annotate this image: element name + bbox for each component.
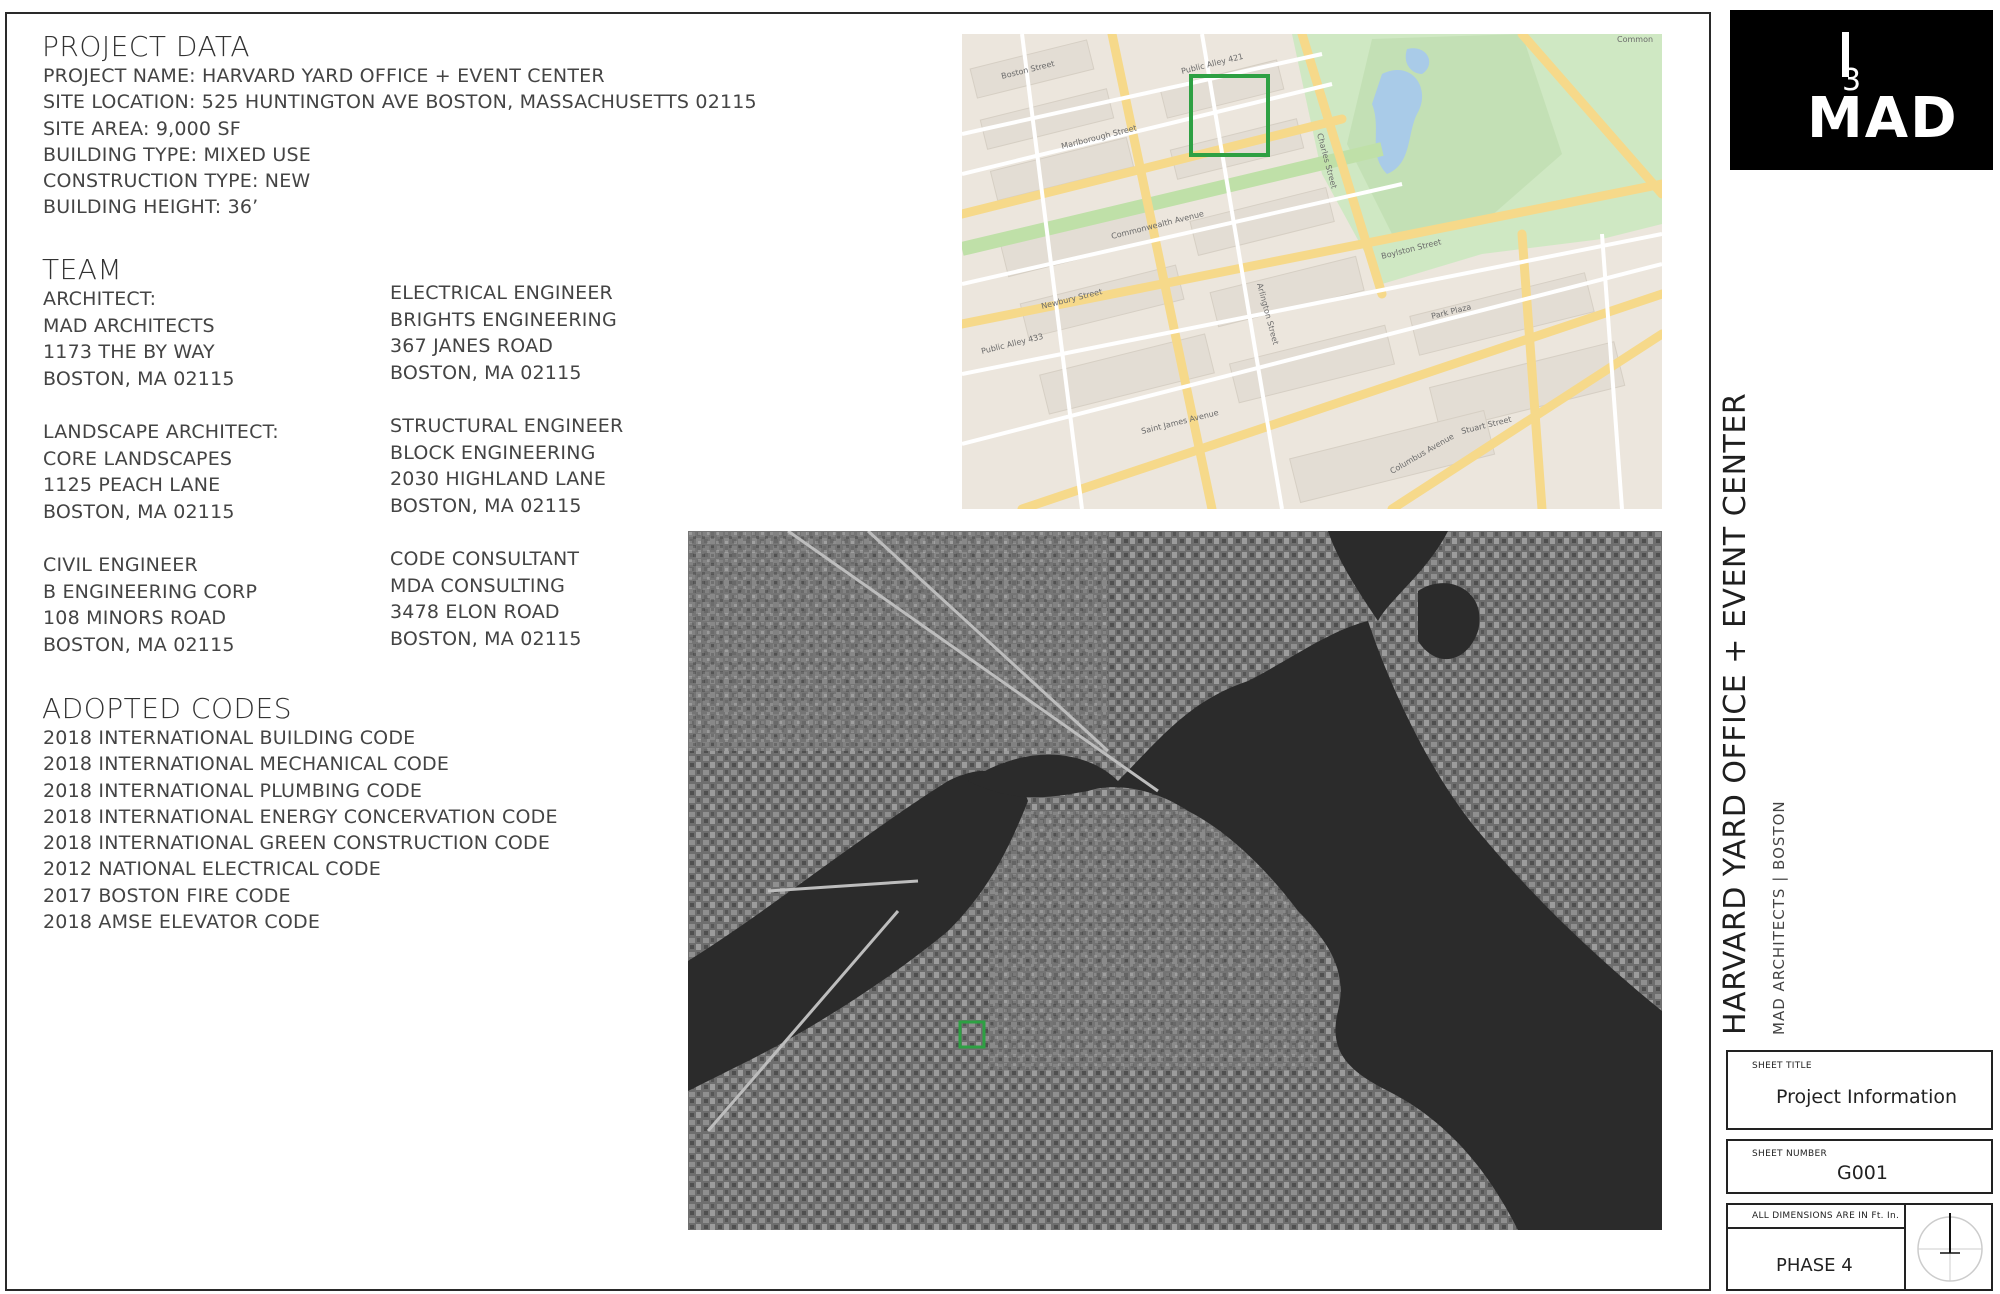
team-heading: TEAM bbox=[42, 253, 123, 286]
landscape-block: LANDSCAPE ARCHITECT: CORE LANDSCAPES 112… bbox=[43, 419, 279, 525]
project-name-line: PROJECT NAME: HARVARD YARD OFFICE + EVEN… bbox=[43, 65, 605, 87]
code-consultant-firm: MDA CONSULTING bbox=[390, 574, 566, 597]
street-map-image: Boston Street Marlborough Street Commonw… bbox=[962, 34, 1662, 509]
phase-box: ALL DIMENSIONS ARE IN Ft. In. PHASE 4 bbox=[1726, 1203, 1993, 1291]
satellite-graphic bbox=[688, 531, 1662, 1230]
code-item: 2018 INTERNATIONAL ENERGY CONCERVATION C… bbox=[43, 805, 558, 828]
electrical-firm: BRIGHTS ENGINEERING bbox=[390, 308, 617, 331]
building-type-line: BUILDING TYPE: MIXED USE bbox=[43, 143, 311, 166]
phase-value: PHASE 4 bbox=[1776, 1255, 1853, 1276]
code-item: 2018 AMSE ELEVATOR CODE bbox=[43, 911, 321, 934]
civil-address: 108 MINORS ROAD bbox=[43, 607, 227, 629]
landscape-address: 1125 PEACH LANE bbox=[43, 474, 221, 496]
map-label: Common bbox=[1617, 35, 1653, 44]
code-item: 2017 BOSTON FIRE CODE bbox=[43, 884, 291, 907]
landscape-city: BOSTON, MA 02115 bbox=[43, 500, 235, 523]
adopted-codes-heading: ADOPTED CODES bbox=[42, 692, 293, 725]
civil-role: CIVIL ENGINEER bbox=[43, 554, 198, 576]
code-item: 2018 INTERNATIONAL BUILDING CODE bbox=[43, 727, 416, 749]
civil-firm: B ENGINEERING CORP bbox=[43, 580, 258, 603]
electrical-role: ELECTRICAL ENGINEER bbox=[390, 282, 613, 304]
adopted-codes-list: 2018 INTERNATIONAL BUILDING CODE 2018 IN… bbox=[43, 725, 558, 935]
mad-logo-icon: 3 MAD bbox=[1807, 32, 1959, 151]
building-height-line: BUILDING HEIGHT: 36’ bbox=[43, 196, 259, 219]
phase-vdivider bbox=[1904, 1205, 1906, 1289]
code-consultant-address: 3478 ELON ROAD bbox=[390, 601, 560, 623]
code-item: 2018 INTERNATIONAL PLUMBING CODE bbox=[43, 779, 423, 802]
firm-city-vertical: MAD ARCHITECTS | BOSTON bbox=[1770, 800, 1788, 1035]
logo-text: MAD bbox=[1807, 86, 1959, 151]
architect-block: ARCHITECT: MAD ARCHITECTS 1173 THE BY WA… bbox=[43, 286, 235, 392]
landscape-firm: CORE LANDSCAPES bbox=[43, 447, 233, 470]
architect-firm: MAD ARCHITECTS bbox=[43, 314, 215, 337]
electrical-city: BOSTON, MA 02115 bbox=[390, 361, 582, 384]
sheet-title-box: SHEET TITLE Project Information bbox=[1726, 1050, 1993, 1130]
sheet-number-box: SHEET NUMBER G001 bbox=[1726, 1139, 1993, 1194]
sheet-number-value: G001 bbox=[1837, 1162, 1888, 1184]
dimensions-note: ALL DIMENSIONS ARE IN Ft. In. bbox=[1752, 1211, 1900, 1221]
landscape-role: LANDSCAPE ARCHITECT: bbox=[43, 421, 279, 443]
electrical-address: 367 JANES ROAD bbox=[390, 335, 554, 357]
sheet-title-value: Project Information bbox=[1776, 1086, 1958, 1108]
structural-block: STRUCTURAL ENGINEER BLOCK ENGINEERING 20… bbox=[390, 413, 623, 519]
architect-city: BOSTON, MA 02115 bbox=[43, 367, 235, 390]
construction-type-line: CONSTRUCTION TYPE: NEW bbox=[43, 170, 311, 193]
structural-firm: BLOCK ENGINEERING bbox=[390, 441, 596, 464]
project-title-vertical: HARVARD YARD OFFICE + EVENT CENTER bbox=[1718, 392, 1753, 1035]
structural-role: STRUCTURAL ENGINEER bbox=[390, 415, 624, 437]
sheet-number-label: SHEET NUMBER bbox=[1752, 1149, 1828, 1159]
architect-role: ARCHITECT: bbox=[43, 288, 157, 310]
sheet-title-label: SHEET TITLE bbox=[1752, 1061, 1812, 1071]
satellite-image bbox=[688, 531, 1662, 1230]
code-consultant-block: CODE CONSULTANT MDA CONSULTING 3478 ELON… bbox=[390, 546, 582, 652]
civil-block: CIVIL ENGINEER B ENGINEERING CORP 108 MI… bbox=[43, 552, 257, 658]
code-item: 2018 INTERNATIONAL GREEN CONSTRUCTION CO… bbox=[43, 832, 551, 855]
code-item: 2012 NATIONAL ELECTRICAL CODE bbox=[43, 858, 381, 881]
north-arrow-icon bbox=[1917, 1213, 1983, 1282]
architect-address: 1173 THE BY WAY bbox=[43, 341, 215, 363]
code-consultant-city: BOSTON, MA 02115 bbox=[390, 627, 582, 650]
city-name: BOSTON bbox=[1770, 800, 1788, 870]
code-item: 2018 INTERNATIONAL MECHANICAL CODE bbox=[43, 753, 450, 776]
project-data-heading: PROJECT DATA bbox=[42, 30, 251, 63]
phase-divider bbox=[1728, 1227, 1904, 1229]
project-data-list: PROJECT NAME: HARVARD YARD OFFICE + EVEN… bbox=[43, 63, 757, 221]
structural-city: BOSTON, MA 02115 bbox=[390, 494, 582, 517]
firm-name: MAD ARCHITECTS bbox=[1770, 887, 1788, 1035]
structural-address: 2030 HIGHLAND LANE bbox=[390, 468, 607, 490]
civil-city: BOSTON, MA 02115 bbox=[43, 633, 235, 656]
code-consultant-role: CODE CONSULTANT bbox=[390, 548, 580, 570]
electrical-block: ELECTRICAL ENGINEER BRIGHTS ENGINEERING … bbox=[390, 280, 617, 386]
separator: | bbox=[1770, 869, 1788, 882]
site-location-line: SITE LOCATION: 525 HUNTINGTON AVE BOSTON… bbox=[43, 91, 757, 114]
street-map-graphic: Boston Street Marlborough Street Commonw… bbox=[962, 34, 1662, 509]
firm-logo: 3 MAD bbox=[1730, 10, 1993, 170]
site-area-line: SITE AREA: 9,000 SF bbox=[43, 117, 241, 140]
